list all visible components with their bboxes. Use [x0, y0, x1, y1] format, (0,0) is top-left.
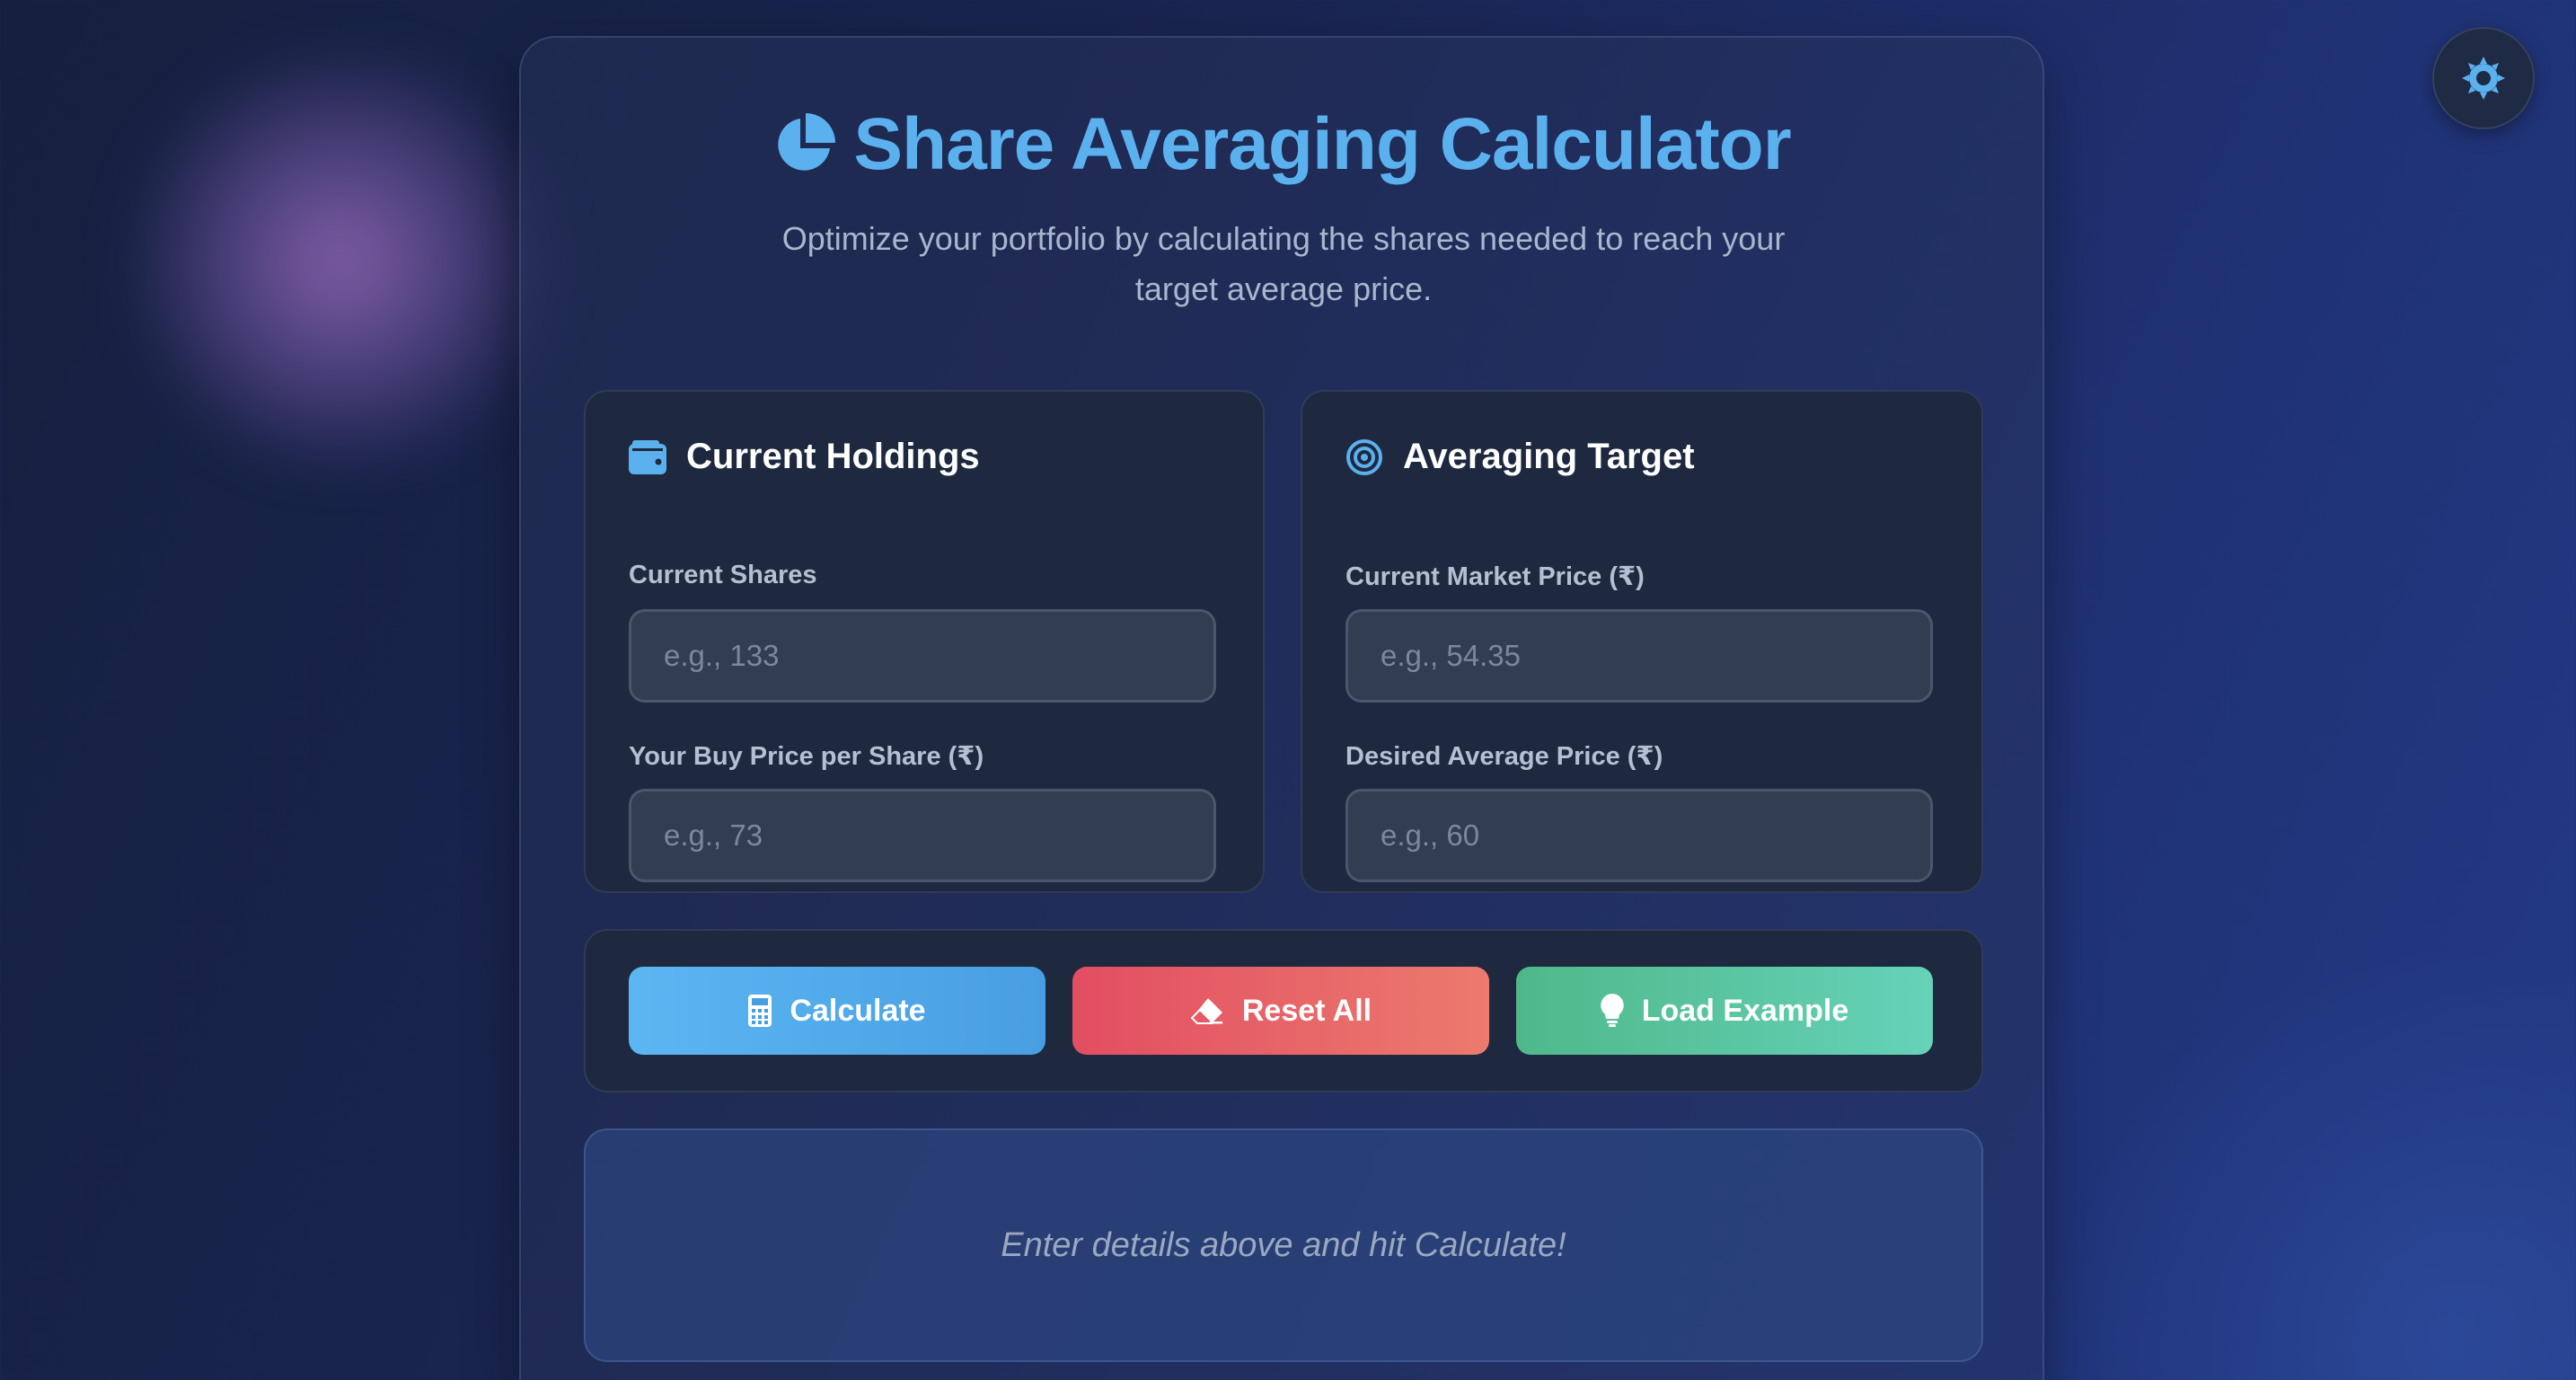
load-example-button[interactable]: Load Example — [1516, 967, 1933, 1055]
result-message: Enter details above and hit Calculate! — [1001, 1225, 1566, 1264]
reset-all-button[interactable]: Reset All — [1072, 967, 1489, 1055]
averaging-target-header: Averaging Target — [1345, 437, 1695, 477]
calculate-button[interactable]: Calculate — [629, 967, 1045, 1055]
buy-price-input[interactable] — [629, 789, 1216, 882]
calculator-icon — [748, 995, 772, 1027]
desired-average-input[interactable] — [1345, 789, 1933, 882]
calculator-card: Share Averaging Calculator Optimize your… — [519, 36, 2044, 1380]
pie-chart-icon — [772, 113, 836, 176]
current-holdings-header: Current Holdings — [629, 437, 980, 477]
averaging-target-panel: Averaging Target Current Market Price (₹… — [1301, 390, 1983, 893]
market-price-input[interactable] — [1345, 609, 1933, 703]
buy-price-label: Your Buy Price per Share (₹) — [629, 742, 984, 771]
result-panel: Enter details above and hit Calculate! — [584, 1128, 1983, 1362]
target-icon — [1345, 438, 1383, 476]
page-subtitle: Optimize your portfolio by calculating t… — [781, 220, 1786, 307]
load-example-button-label: Load Example — [1641, 993, 1849, 1028]
actions-panel: Calculate Reset All Load Example — [584, 929, 1983, 1092]
calculate-button-label: Calculate — [790, 993, 926, 1028]
desired-average-label: Desired Average Price (₹) — [1345, 742, 1663, 771]
title-row: Share Averaging Calculator — [521, 102, 2042, 187]
current-holdings-title: Current Holdings — [686, 437, 980, 476]
wallet-icon — [629, 439, 666, 474]
market-price-label: Current Market Price (₹) — [1345, 562, 1645, 591]
reset-all-button-label: Reset All — [1241, 993, 1372, 1028]
averaging-target-title: Averaging Target — [1403, 437, 1695, 476]
eraser-icon — [1190, 996, 1224, 1025]
current-holdings-panel: Current Holdings Current Shares Your Buy… — [584, 390, 1265, 893]
background-glow — [108, 54, 575, 467]
theme-toggle-button[interactable] — [2432, 27, 2535, 129]
page-title: Share Averaging Calculator — [853, 103, 1791, 185]
current-shares-label: Current Shares — [629, 561, 817, 589]
lightbulb-icon — [1601, 994, 1624, 1028]
sun-icon — [2460, 55, 2507, 102]
current-shares-input[interactable] — [629, 609, 1216, 703]
